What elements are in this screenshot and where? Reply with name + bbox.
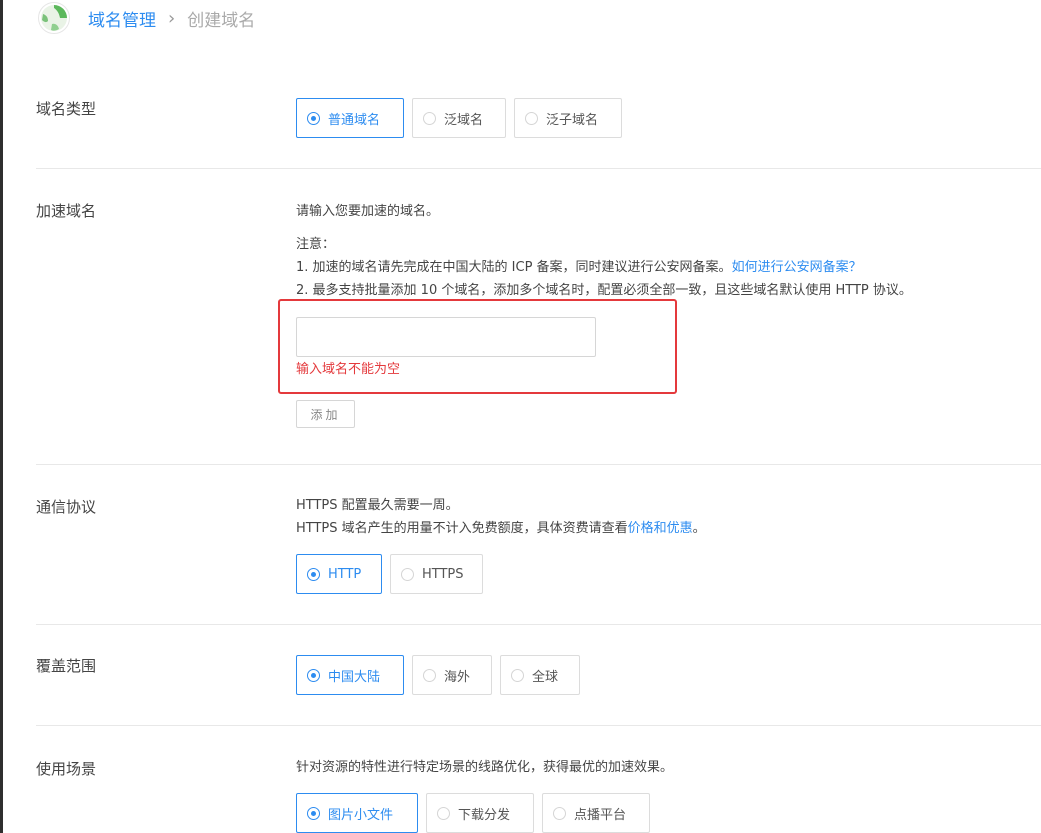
option-label: 泛子域名 [546, 112, 599, 128]
coverage-option-mainland[interactable]: 中国大陆 [296, 655, 404, 695]
accel-domain-help: 请输入您要加速的域名。 注意： 1. 加速的域名请先完成在中国大陆的 ICP 备… [296, 200, 996, 302]
option-label: 海外 [444, 669, 471, 685]
option-label: 中国大陆 [328, 669, 381, 685]
domain-type-label: 域名类型 [36, 100, 97, 118]
note-line-1-text: 1. 加速的域名请先完成在中国大陆的 ICP 备案，同时建议进行公安网备案。 [296, 260, 732, 275]
coverage-radio-group: 中国大陆 海外 全球 [296, 655, 580, 695]
public-security-filing-link[interactable]: 如何进行公安网备案？ [732, 260, 862, 275]
protocol-help: HTTPS 配置最久需要一周。 HTTPS 域名产生的用量不计入免费额度，具体资… [296, 494, 996, 540]
protocol-option-https[interactable]: HTTPS [390, 554, 483, 594]
domain-type-section: 域名类型 普通域名 泛域名 泛子域名 [36, 98, 1041, 138]
breadcrumb-domain-management-link[interactable]: 域名管理 [88, 6, 156, 31]
radio-selected-icon [307, 567, 320, 581]
pricing-link[interactable]: 价格和优惠 [628, 521, 693, 536]
radio-unselected-icon [423, 668, 436, 682]
coverage-option-global[interactable]: 全球 [500, 655, 580, 695]
protocol-radio-group: HTTP HTTPS [296, 554, 483, 594]
domain-type-radio-group: 普通域名 泛域名 泛子域名 [296, 98, 622, 138]
radio-unselected-icon [525, 111, 538, 125]
scenario-desc: 针对资源的特性进行特定场景的线路优化，获得最优的加速效果。 [296, 760, 674, 775]
breadcrumb: 域名管理 › 创建域名 [38, 0, 255, 36]
radio-unselected-icon [401, 567, 414, 581]
radio-selected-icon [307, 668, 320, 682]
chevron-right-icon: › [168, 7, 176, 29]
scenario-label: 使用场景 [36, 760, 97, 778]
note-title: 注意： [296, 237, 336, 252]
radio-unselected-icon [423, 111, 436, 125]
scenario-option-small-files[interactable]: 图片小文件 [296, 793, 418, 833]
domain-type-option-wildcard-sub[interactable]: 泛子域名 [514, 98, 622, 138]
radio-unselected-icon [437, 806, 450, 820]
left-edge-bar [0, 0, 3, 833]
radio-selected-icon [307, 806, 320, 820]
coverage-option-overseas[interactable]: 海外 [412, 655, 492, 695]
accel-domain-label: 加速域名 [36, 202, 97, 220]
coverage-label: 覆盖范围 [36, 657, 97, 675]
accel-domain-intro: 请输入您要加速的域名。 [296, 204, 440, 219]
section-divider [36, 464, 1041, 465]
protocol-line-2-end: 。 [692, 521, 706, 536]
option-label: 下载分发 [458, 807, 511, 823]
option-label: 点播平台 [574, 807, 627, 823]
scenario-option-download[interactable]: 下载分发 [426, 793, 534, 833]
radio-unselected-icon [553, 806, 566, 820]
section-divider [36, 168, 1041, 169]
protocol-line-2-text: HTTPS 域名产生的用量不计入免费额度，具体资费请查看 [296, 521, 628, 536]
add-domain-button[interactable]: 添加 [296, 400, 355, 428]
domain-type-option-normal[interactable]: 普通域名 [296, 98, 404, 138]
radio-selected-icon [307, 111, 320, 125]
scenario-option-vod[interactable]: 点播平台 [542, 793, 650, 833]
protocol-option-http[interactable]: HTTP [296, 554, 382, 594]
scenario-radio-group: 图片小文件 下载分发 点播平台 [296, 793, 650, 833]
section-divider [36, 624, 1041, 625]
domain-error-message: 输入域名不能为空 [296, 362, 401, 377]
option-label: 普通域名 [328, 112, 381, 128]
domain-input[interactable] [296, 317, 596, 357]
option-label: HTTP [328, 566, 362, 582]
option-label: 全球 [532, 669, 559, 685]
option-label: HTTPS [422, 566, 464, 582]
protocol-section: 通信协议 HTTPS 配置最久需要一周。 HTTPS 域名产生的用量不计入免费额… [36, 494, 1041, 594]
protocol-label: 通信协议 [36, 498, 97, 516]
coverage-section: 覆盖范围 中国大陆 海外 全球 [36, 655, 1041, 695]
section-divider [36, 725, 1041, 726]
radio-unselected-icon [511, 668, 524, 682]
protocol-line-1: HTTPS 配置最久需要一周。 [296, 498, 459, 513]
globe-logo-icon [38, 2, 70, 34]
option-label: 图片小文件 [328, 807, 394, 823]
option-label: 泛域名 [444, 112, 484, 128]
breadcrumb-current-page: 创建域名 [187, 10, 256, 31]
note-line-1: 1. 加速的域名请先完成在中国大陆的 ICP 备案，同时建议进行公安网备案。如何… [296, 256, 996, 279]
domain-type-option-wildcard[interactable]: 泛域名 [412, 98, 506, 138]
protocol-line-2: HTTPS 域名产生的用量不计入免费额度，具体资费请查看价格和优惠。 [296, 517, 996, 540]
scenario-section: 使用场景 针对资源的特性进行特定场景的线路优化，获得最优的加速效果。 图片小文件… [36, 756, 1041, 833]
